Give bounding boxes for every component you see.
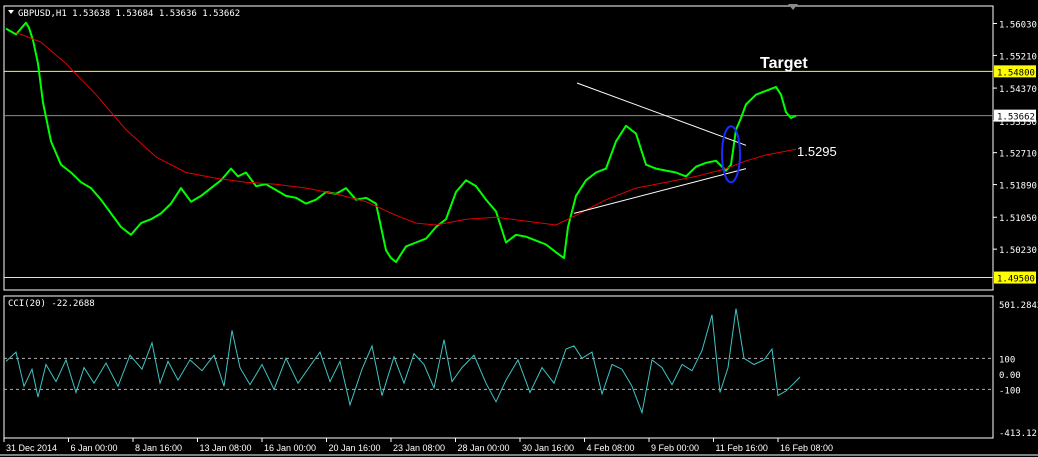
price-label-text: 1.54800 xyxy=(997,68,1035,78)
x-tick-label: 6 Jan 00:00 xyxy=(71,443,118,453)
x-tick-label: 23 Jan 08:00 xyxy=(393,443,445,453)
chart-background xyxy=(0,0,1038,457)
cci-tick-label: -100 xyxy=(999,386,1021,396)
x-tick-label: 11 Feb 16:00 xyxy=(716,443,768,453)
annotation-target: Target xyxy=(760,55,808,72)
price-label-text: 1.53662 xyxy=(997,113,1035,123)
y-tick-label: 1.56030 xyxy=(999,21,1037,31)
x-tick-label: 9 Feb 00:00 xyxy=(651,443,699,453)
x-tick-label: 31 Dec 2014 xyxy=(6,443,57,453)
cci-tick-label: 100 xyxy=(999,355,1015,365)
x-tick-label: 28 Jan 00:00 xyxy=(458,443,510,453)
cci-tick-label: 501.2842 xyxy=(999,301,1038,311)
x-tick-label: 4 Feb 08:00 xyxy=(587,443,635,453)
x-tick-label: 20 Jan 16:00 xyxy=(329,443,381,453)
x-tick-label: 30 Jan 16:00 xyxy=(522,443,574,453)
y-tick-label: 1.54370 xyxy=(999,85,1037,95)
x-tick-label: 8 Jan 16:00 xyxy=(135,443,182,453)
price-label-text: 1.49500 xyxy=(997,275,1035,285)
cci-label: CCI(20) -22.2688 xyxy=(8,299,95,309)
annotation-price: 1.5295 xyxy=(797,144,837,159)
y-tick-label: 1.51890 xyxy=(999,182,1037,192)
cci-tick-label: 0.00 xyxy=(999,371,1021,381)
y-tick-label: 1.50230 xyxy=(999,246,1037,256)
y-tick-label: 1.52710 xyxy=(999,150,1037,160)
y-tick-label: 1.51050 xyxy=(999,214,1037,224)
x-tick-label: 16 Feb 08:00 xyxy=(780,443,833,453)
chart-title: GBPUSD,H1 1.53638 1.53684 1.53636 1.5366… xyxy=(18,9,240,19)
y-tick-label: 1.55210 xyxy=(999,52,1037,62)
cci-tick-label: -413.1211 xyxy=(999,429,1038,439)
x-tick-label: 16 Jan 00:00 xyxy=(264,443,316,453)
x-tick-label: 13 Jan 08:00 xyxy=(200,443,252,453)
price-chart: Target 1.5295 GBPUSD,H1 1.53638 1.53684 1.… xyxy=(0,0,1038,457)
